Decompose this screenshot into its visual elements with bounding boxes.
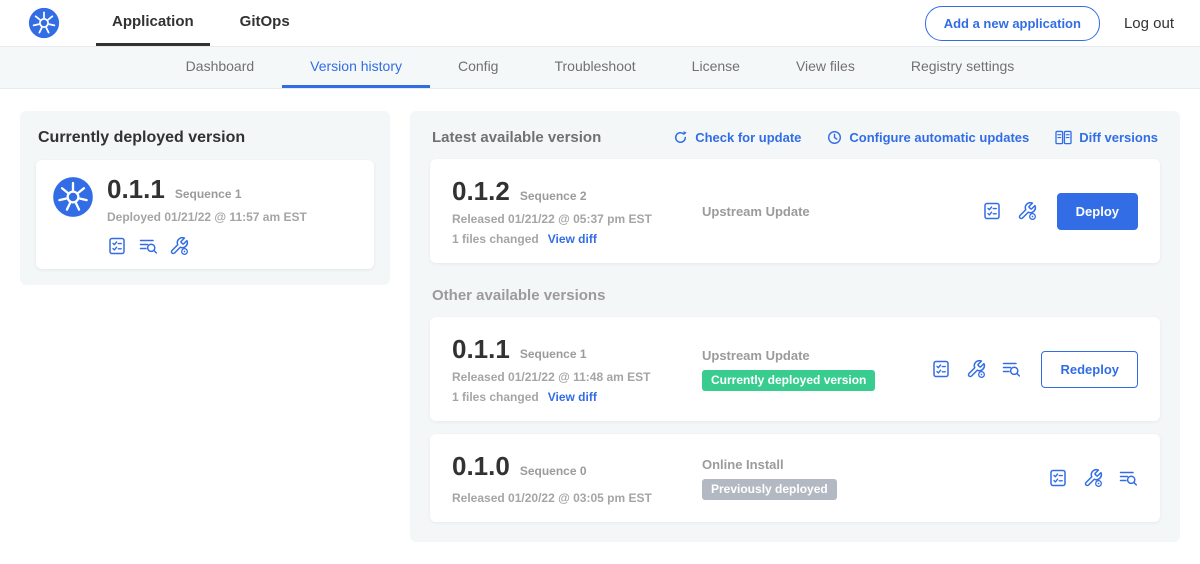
available-versions-panel: Latest available version Check for updat… [410, 111, 1180, 542]
subnav-item-registry-settings[interactable]: Registry settings [883, 47, 1042, 88]
version-card-0-1-0: 0.1.0 Sequence 0 Released 01/20/22 @ 03:… [430, 434, 1160, 522]
preflight-checks-icon[interactable] [107, 236, 127, 256]
refresh-icon [673, 130, 688, 145]
preflight-checks-icon[interactable] [931, 359, 951, 379]
top-tabs: Application GitOps [96, 0, 320, 46]
redeploy-button[interactable]: Redeploy [1041, 351, 1138, 388]
logout-link[interactable]: Log out [1124, 15, 1174, 32]
app-logo [28, 0, 60, 46]
subnav-label: Troubleshoot [554, 58, 635, 74]
tab-gitops[interactable]: GitOps [224, 0, 306, 46]
app-icon-kubernetes [52, 176, 94, 218]
diff-versions-label: Diff versions [1079, 130, 1158, 145]
subnav-item-license[interactable]: License [664, 47, 768, 88]
files-changed-label: 1 files changed [452, 390, 539, 404]
add-application-button[interactable]: Add a new application [925, 6, 1100, 41]
deployed-version-number: 0.1.1 [107, 174, 165, 205]
version-source-label: Online Install [702, 457, 1048, 472]
previously-deployed-badge: Previously deployed [702, 479, 837, 500]
version-card-0-1-1: 0.1.1 Sequence 1 Released 01/21/22 @ 11:… [430, 317, 1160, 421]
preflight-checks-icon[interactable] [982, 201, 1002, 221]
sequence-label: Sequence 2 [520, 189, 587, 203]
subnav-item-troubleshoot[interactable]: Troubleshoot [526, 47, 663, 88]
currently-deployed-badge: Currently deployed version [702, 370, 875, 391]
main-content: Currently deployed version 0.1.1 Sequenc… [0, 89, 1200, 564]
sequence-label: Sequence 0 [520, 464, 587, 478]
diff-versions-link[interactable]: Diff versions [1055, 130, 1158, 145]
other-versions-title: Other available versions [432, 287, 1160, 304]
subnav-label: Config [458, 58, 498, 74]
subnav-item-version-history[interactable]: Version history [282, 47, 430, 88]
deployed-date: Deployed 01/21/22 @ 11:57 am EST [107, 210, 307, 224]
edit-config-icon[interactable] [1017, 201, 1037, 221]
view-logs-icon[interactable] [1001, 359, 1021, 379]
subnav-label: License [692, 58, 740, 74]
view-logs-icon[interactable] [138, 236, 158, 256]
preflight-checks-icon[interactable] [1048, 468, 1068, 488]
deployed-version-card: 0.1.1 Sequence 1 Deployed 01/21/22 @ 11:… [36, 160, 374, 269]
check-for-update-label: Check for update [695, 130, 801, 145]
version-source-label: Upstream Update [702, 204, 982, 219]
version-source-label: Upstream Update [702, 348, 931, 363]
view-logs-icon[interactable] [1118, 468, 1138, 488]
subnav-label: View files [796, 58, 855, 74]
clock-icon [827, 130, 842, 145]
deploy-button[interactable]: Deploy [1057, 193, 1138, 230]
edit-config-icon[interactable] [966, 359, 986, 379]
app-subnav: Dashboard Version history Config Trouble… [0, 47, 1200, 89]
view-diff-link[interactable]: View diff [548, 390, 597, 404]
topbar-right: Add a new application Log out [925, 0, 1174, 46]
subnav-label: Version history [310, 58, 402, 74]
version-number: 0.1.1 [452, 334, 510, 365]
version-number: 0.1.0 [452, 451, 510, 482]
topbar: Application GitOps Add a new application… [0, 0, 1200, 47]
released-date: Released 01/21/22 @ 05:37 pm EST [452, 212, 702, 226]
tab-application[interactable]: Application [96, 0, 210, 46]
version-number: 0.1.2 [452, 176, 510, 207]
diff-icon [1055, 130, 1072, 145]
files-changed-label: 1 files changed [452, 232, 539, 246]
version-card-0-1-2: 0.1.2 Sequence 2 Released 01/21/22 @ 05:… [430, 159, 1160, 263]
check-for-update-link[interactable]: Check for update [673, 130, 801, 145]
subnav-label: Dashboard [186, 58, 255, 74]
tab-application-label: Application [112, 13, 194, 30]
sequence-label: Sequence 1 [520, 347, 587, 361]
subnav-item-config[interactable]: Config [430, 47, 526, 88]
deployed-sequence-label: Sequence 1 [175, 187, 242, 201]
subnav-item-dashboard[interactable]: Dashboard [158, 47, 283, 88]
released-date: Released 01/21/22 @ 11:48 am EST [452, 370, 702, 384]
deployed-panel-title: Currently deployed version [36, 127, 374, 147]
latest-available-title: Latest available version [432, 129, 601, 146]
view-diff-link[interactable]: View diff [548, 232, 597, 246]
subnav-item-view-files[interactable]: View files [768, 47, 883, 88]
kubernetes-logo-icon [28, 7, 60, 39]
released-date: Released 01/20/22 @ 03:05 pm EST [452, 491, 702, 505]
edit-config-icon[interactable] [169, 236, 189, 256]
tab-gitops-label: GitOps [240, 13, 290, 30]
configure-automatic-updates-link[interactable]: Configure automatic updates [827, 130, 1029, 145]
subnav-label: Registry settings [911, 58, 1014, 74]
currently-deployed-panel: Currently deployed version 0.1.1 Sequenc… [20, 111, 390, 285]
edit-config-icon[interactable] [1083, 468, 1103, 488]
configure-automatic-updates-label: Configure automatic updates [849, 130, 1029, 145]
